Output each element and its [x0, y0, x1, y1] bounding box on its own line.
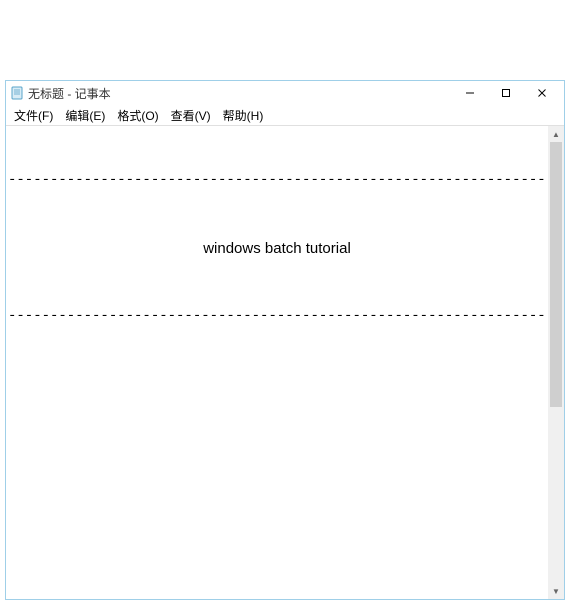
- close-button[interactable]: [524, 82, 560, 104]
- notepad-window: 无标题 - 记事本 文件(F) 编辑(E) 格式(O) 查看(V) 帮助(H) …: [5, 80, 565, 600]
- content-line: ----------------------------------------…: [8, 306, 546, 328]
- titlebar[interactable]: 无标题 - 记事本: [6, 81, 564, 105]
- scroll-up-icon[interactable]: ▲: [548, 126, 564, 142]
- maximize-button[interactable]: [488, 82, 524, 104]
- scroll-thumb[interactable]: [550, 142, 562, 407]
- menu-file[interactable]: 文件(F): [8, 105, 59, 126]
- text-area[interactable]: ----------------------------------------…: [6, 126, 548, 599]
- minimize-button[interactable]: [452, 82, 488, 104]
- scroll-track[interactable]: [548, 142, 564, 583]
- vertical-scrollbar[interactable]: ▲ ▼: [548, 126, 564, 599]
- menu-help[interactable]: 帮助(H): [217, 105, 270, 126]
- menubar: 文件(F) 编辑(E) 格式(O) 查看(V) 帮助(H): [6, 105, 564, 125]
- window-title: 无标题 - 记事本: [28, 85, 452, 102]
- menu-format[interactable]: 格式(O): [111, 105, 164, 126]
- content-line: ----------------------------------------…: [8, 170, 546, 192]
- content-wrap: ----------------------------------------…: [6, 125, 564, 599]
- notepad-icon: [10, 86, 24, 100]
- content-title: windows batch tutorial: [8, 235, 546, 262]
- window-controls: [452, 82, 560, 104]
- menu-edit[interactable]: 编辑(E): [59, 105, 111, 126]
- scroll-down-icon[interactable]: ▼: [548, 583, 564, 599]
- menu-view[interactable]: 查看(V): [165, 105, 217, 126]
